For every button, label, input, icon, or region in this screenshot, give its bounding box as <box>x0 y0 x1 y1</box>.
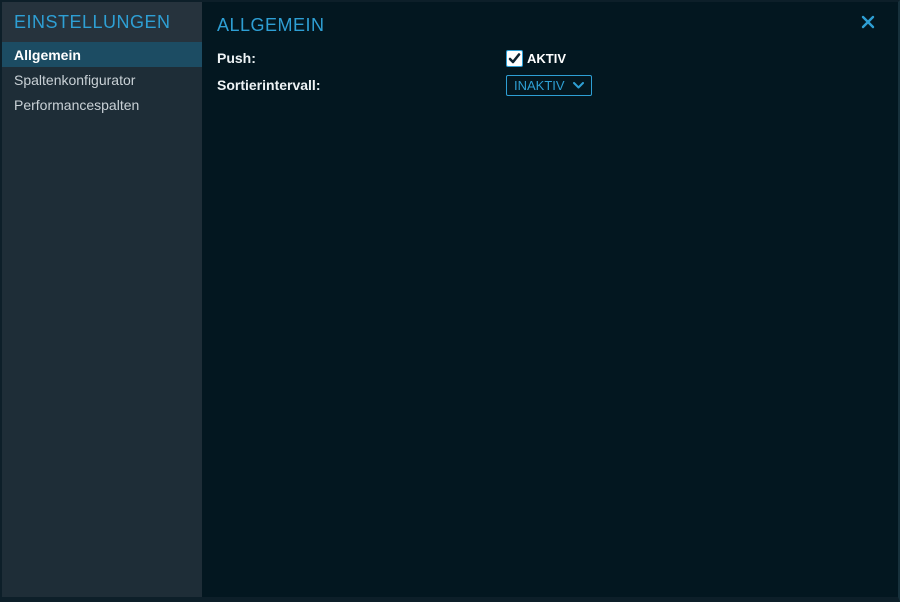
dropdown-selected-value: INAKTIV <box>514 78 565 93</box>
sortierintervall-dropdown[interactable]: INAKTIV <box>506 75 592 96</box>
sortierintervall-label: Sortierintervall: <box>217 77 506 93</box>
checkmark-icon <box>508 52 521 65</box>
settings-form: Push: AKTIV Sortierintervall: <box>217 47 898 96</box>
close-button[interactable] <box>857 11 879 33</box>
sidebar-title: EINSTELLUNGEN <box>2 2 202 42</box>
push-label: Push: <box>217 50 506 66</box>
form-row-sortierintervall: Sortierintervall: INAKTIV <box>217 74 898 96</box>
page-title: ALLGEMEIN <box>217 15 898 35</box>
form-row-push: Push: AKTIV <box>217 47 898 69</box>
sidebar-item-allgemein[interactable]: Allgemein <box>2 42 202 67</box>
sidebar-item-spaltenkonfigurator[interactable]: Spaltenkonfigurator <box>2 67 202 92</box>
sidebar-item-performancespalten[interactable]: Performancespalten <box>2 92 202 117</box>
sidebar: EINSTELLUNGEN Allgemein Spaltenkonfigura… <box>2 2 202 597</box>
main-panel: ALLGEMEIN Push: <box>202 2 898 597</box>
sortierintervall-control: INAKTIV <box>506 75 592 96</box>
sidebar-nav: Allgemein Spaltenkonfigurator Performanc… <box>2 42 202 117</box>
chevron-down-icon <box>573 82 584 89</box>
settings-window: EINSTELLUNGEN Allgemein Spaltenkonfigura… <box>0 0 900 602</box>
close-icon <box>861 15 875 29</box>
push-control: AKTIV <box>506 50 566 67</box>
push-checkbox[interactable] <box>506 50 523 67</box>
push-checkbox-label: AKTIV <box>527 51 566 66</box>
